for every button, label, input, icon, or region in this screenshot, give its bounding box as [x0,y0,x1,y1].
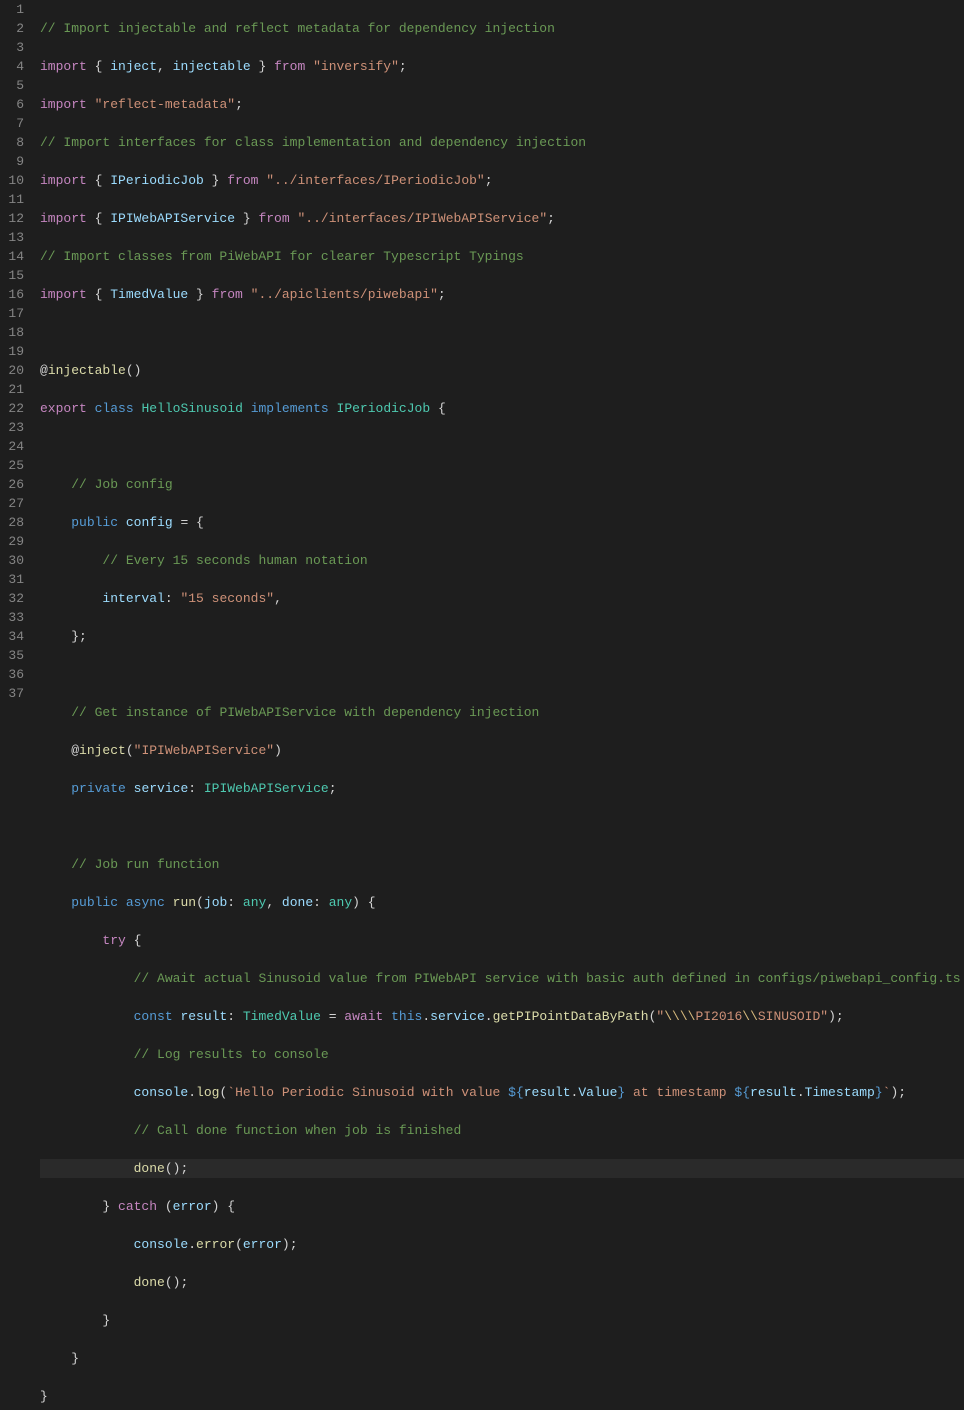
code-line[interactable]: // Import interfaces for class implement… [40,133,964,152]
code-line[interactable]: // Import injectable and reflect metadat… [40,19,964,38]
line-number: 21 [0,380,24,399]
code-line[interactable]: } [40,1311,964,1330]
line-number: 1 [0,0,24,19]
code-line[interactable]: public async run(job: any, done: any) { [40,893,964,912]
line-number: 11 [0,190,24,209]
line-number: 35 [0,646,24,665]
line-number: 36 [0,665,24,684]
code-editor[interactable]: 1 2 3 4 5 6 7 8 9 10 11 12 13 14 15 16 1… [0,0,964,1410]
code-line[interactable]: done(); [40,1159,964,1178]
line-number: 8 [0,133,24,152]
code-line[interactable]: // Import classes from PiWebAPI for clea… [40,247,964,266]
line-number: 4 [0,57,24,76]
code-line[interactable]: const result: TimedValue = await this.se… [40,1007,964,1026]
code-line[interactable]: } [40,1349,964,1368]
line-number: 14 [0,247,24,266]
code-line[interactable]: }; [40,627,964,646]
code-line[interactable]: console.error(error); [40,1235,964,1254]
line-number: 13 [0,228,24,247]
line-number: 22 [0,399,24,418]
code-line[interactable]: // Job run function [40,855,964,874]
line-number: 24 [0,437,24,456]
code-content[interactable]: // Import injectable and reflect metadat… [34,0,964,1410]
line-number: 17 [0,304,24,323]
code-line[interactable]: // Await actual Sinusoid value from PIWe… [40,969,964,988]
code-line[interactable]: // Call done function when job is finish… [40,1121,964,1140]
line-number: 18 [0,323,24,342]
line-number: 7 [0,114,24,133]
code-line[interactable]: // Log results to console [40,1045,964,1064]
line-number: 16 [0,285,24,304]
code-line[interactable]: import "reflect-metadata"; [40,95,964,114]
code-line[interactable] [40,817,964,836]
line-number: 20 [0,361,24,380]
code-line[interactable]: } [40,1387,964,1406]
code-line[interactable]: // Every 15 seconds human notation [40,551,964,570]
line-number: 37 [0,684,24,703]
code-line[interactable]: export class HelloSinusoid implements IP… [40,399,964,418]
line-number: 6 [0,95,24,114]
line-number: 10 [0,171,24,190]
line-number: 29 [0,532,24,551]
line-number: 27 [0,494,24,513]
line-number: 26 [0,475,24,494]
line-number: 5 [0,76,24,95]
code-line[interactable]: } catch (error) { [40,1197,964,1216]
code-line[interactable] [40,323,964,342]
line-number: 2 [0,19,24,38]
line-number-gutter: 1 2 3 4 5 6 7 8 9 10 11 12 13 14 15 16 1… [0,0,34,1410]
line-number: 23 [0,418,24,437]
code-line[interactable]: // Get instance of PIWebAPIService with … [40,703,964,722]
code-line[interactable]: console.log(`Hello Periodic Sinusoid wit… [40,1083,964,1102]
line-number: 12 [0,209,24,228]
line-number: 32 [0,589,24,608]
code-line[interactable]: // Job config [40,475,964,494]
code-line[interactable] [40,665,964,684]
code-line[interactable]: import { TimedValue } from "../apiclient… [40,285,964,304]
line-number: 9 [0,152,24,171]
line-number: 19 [0,342,24,361]
code-line[interactable]: done(); [40,1273,964,1292]
code-line[interactable]: interval: "15 seconds", [40,589,964,608]
code-line[interactable]: @inject("IPIWebAPIService") [40,741,964,760]
code-line[interactable]: @injectable() [40,361,964,380]
code-line[interactable]: import { inject, injectable } from "inve… [40,57,964,76]
line-number: 3 [0,38,24,57]
code-line[interactable]: import { IPIWebAPIService } from "../int… [40,209,964,228]
line-number: 33 [0,608,24,627]
line-number: 28 [0,513,24,532]
line-number: 31 [0,570,24,589]
code-line[interactable]: public config = { [40,513,964,532]
code-line[interactable]: import { IPeriodicJob } from "../interfa… [40,171,964,190]
code-line[interactable]: private service: IPIWebAPIService; [40,779,964,798]
code-line[interactable] [40,437,964,456]
code-line[interactable]: try { [40,931,964,950]
line-number: 25 [0,456,24,475]
line-number: 30 [0,551,24,570]
line-number: 34 [0,627,24,646]
line-number: 15 [0,266,24,285]
